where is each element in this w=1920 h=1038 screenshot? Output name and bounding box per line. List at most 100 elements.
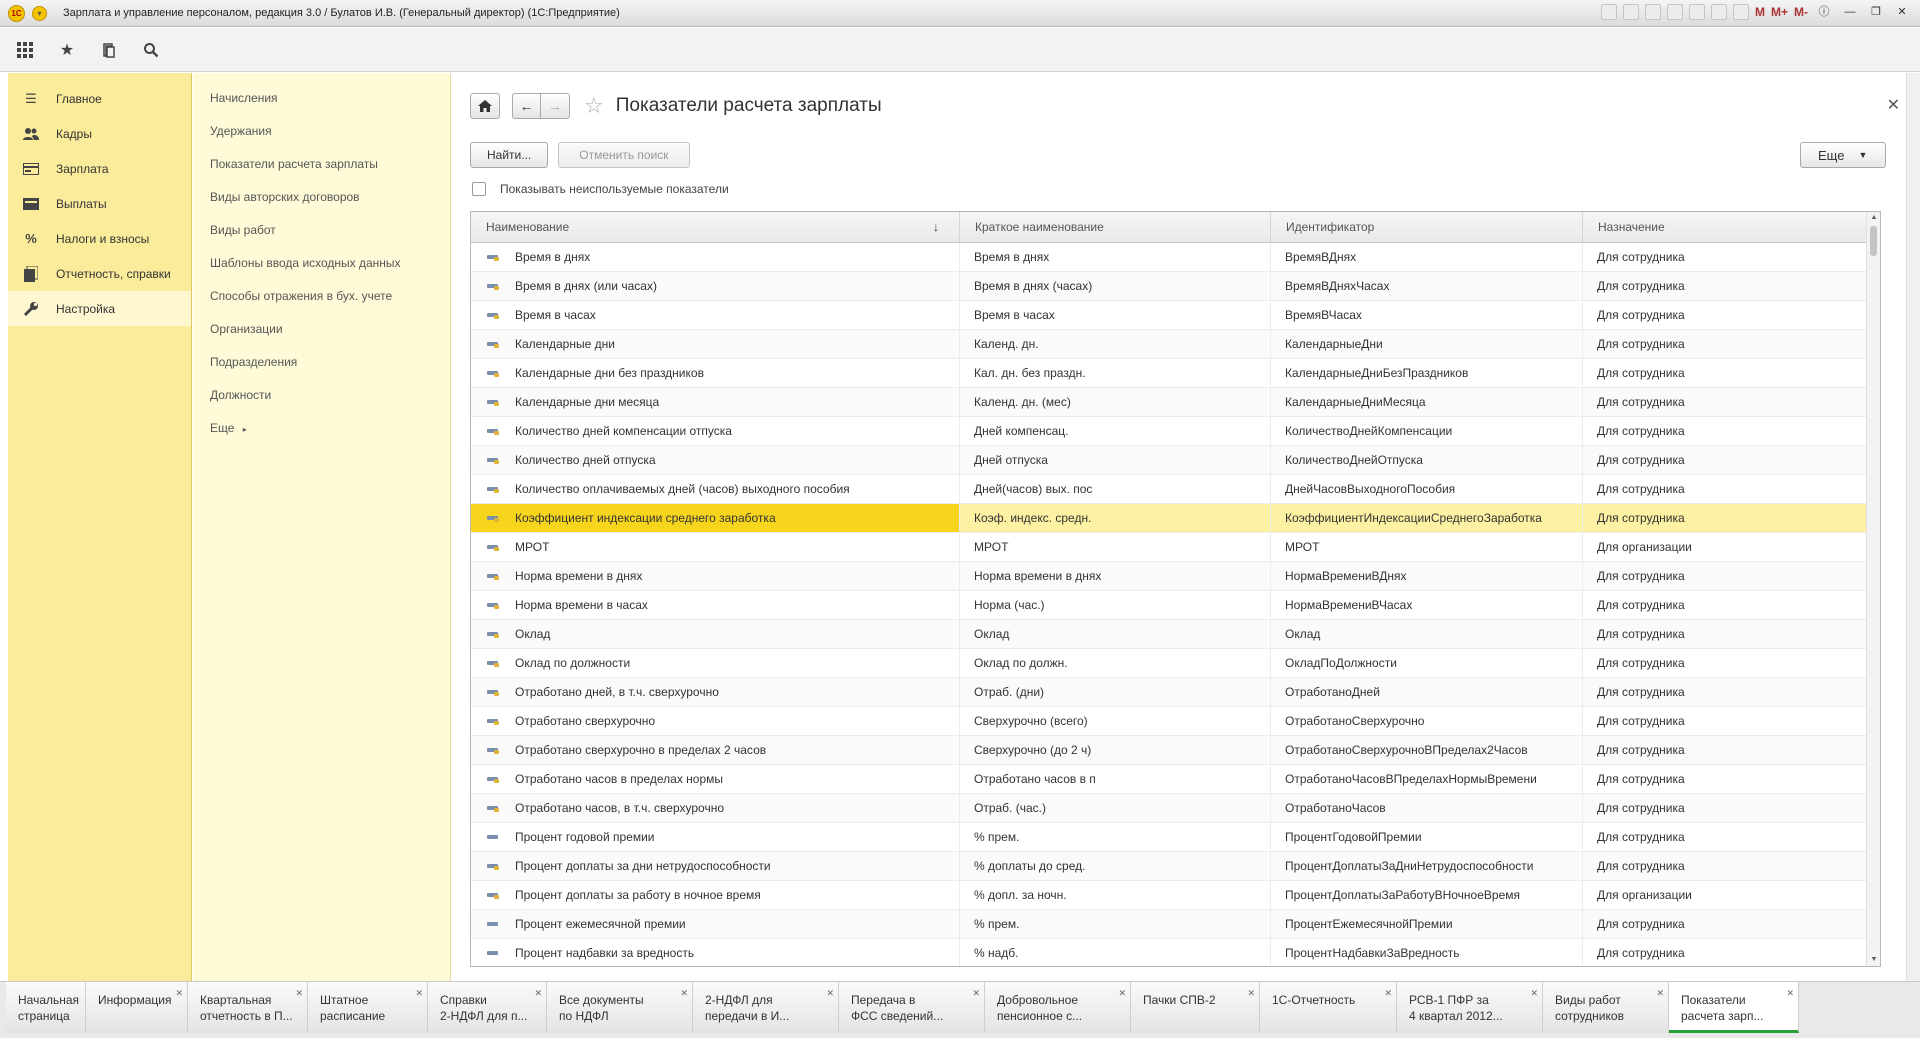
func-salary-indicators-link[interactable]: Показатели расчета зарплаты: [193, 148, 450, 181]
window-tab[interactable]: РСВ-1 ПФР за 4 квартал 2012... ✕: [1397, 982, 1543, 1033]
window-scrollbar[interactable]: [1906, 73, 1920, 981]
table-row[interactable]: Процент доплаты за дни нетрудоспособност…: [471, 852, 1880, 881]
func-author-contracts-link[interactable]: Виды авторских договоров: [193, 181, 450, 214]
section-personnel[interactable]: Кадры: [8, 116, 191, 151]
table-row[interactable]: Количество оплачиваемых дней (часов) вых…: [471, 475, 1880, 504]
window-tab[interactable]: Квартальная отчетность в П... ✕: [188, 982, 308, 1033]
func-input-templates-link[interactable]: Шаблоны ввода исходных данных: [193, 247, 450, 280]
column-header-identifier[interactable]: Идентификатор: [1271, 212, 1583, 243]
column-header-name[interactable]: Наименование ↓: [471, 212, 960, 243]
main-menu-icon[interactable]: ▾: [32, 5, 47, 21]
app-logo-icon[interactable]: 1С: [8, 4, 25, 22]
section-payments[interactable]: Выплаты: [8, 186, 191, 221]
window-tab[interactable]: Передача в ФСС сведений... ✕: [839, 982, 985, 1033]
back-button[interactable]: ←: [512, 93, 541, 119]
close-tab-icon[interactable]: ✕: [534, 985, 542, 1001]
home-button[interactable]: [470, 93, 500, 119]
table-row[interactable]: Процент годовой премии % прем. ПроцентГодо…: [471, 823, 1880, 852]
close-tab-icon[interactable]: ✕: [175, 985, 183, 1001]
close-tab-icon[interactable]: ✕: [1118, 985, 1126, 1001]
table-row[interactable]: Время в часах Время в часах ВремяВЧасах Для…: [471, 301, 1880, 330]
table-row[interactable]: Норма времени в часах Норма (час.) НормаВр…: [471, 591, 1880, 620]
info-icon[interactable]: ⓘ: [1814, 4, 1834, 20]
minimize-button[interactable]: —: [1840, 4, 1860, 20]
apps-grid-icon[interactable]: [15, 40, 35, 60]
scroll-thumb[interactable]: [1870, 226, 1877, 256]
close-form-icon[interactable]: ✕: [1887, 95, 1900, 115]
table-row[interactable]: Норма времени в днях Норма времени в днях…: [471, 562, 1880, 591]
history-list-icon[interactable]: [1688, 4, 1705, 20]
close-tab-icon[interactable]: ✕: [680, 985, 688, 1001]
func-organizations-link[interactable]: Организации: [193, 313, 450, 346]
table-row[interactable]: Количество дней отпуска Дней отпуска Колич…: [471, 446, 1880, 475]
table-row[interactable]: Отработано сверхурочно Сверхурочно (всего…: [471, 707, 1880, 736]
table-row[interactable]: Оклад Оклад Оклад Для сотрудника: [471, 620, 1880, 649]
table-row[interactable]: Календарные дни месяца Календ. дн. (мес) К…: [471, 388, 1880, 417]
table-row[interactable]: Отработано часов, в т.ч. сверхурочно Отра…: [471, 794, 1880, 823]
favorite-star-icon[interactable]: ☆: [584, 93, 604, 119]
window-tab[interactable]: Все документы по НДФЛ ✕: [547, 982, 693, 1033]
table-scrollbar[interactable]: ▲ ▼: [1866, 212, 1880, 966]
func-departments-link[interactable]: Подразделения: [193, 346, 450, 379]
maximize-button[interactable]: ❐: [1866, 4, 1886, 20]
column-header-short[interactable]: Краткое наименование: [960, 212, 1271, 243]
close-tab-icon[interactable]: ✕: [1656, 985, 1664, 1001]
calendar-icon[interactable]: [1732, 4, 1749, 20]
table-row[interactable]: Календарные дни Календ. дн. КалендарныеДни…: [471, 330, 1880, 359]
table-row[interactable]: Оклад по должности Оклад по должн. ОкладПо…: [471, 649, 1880, 678]
section-salary[interactable]: Зарплата: [8, 151, 191, 186]
section-main[interactable]: ☰ Главное: [8, 81, 191, 116]
table-row[interactable]: Отработано дней, в т.ч. сверхурочно Отраб…: [471, 678, 1880, 707]
func-work-types-link[interactable]: Виды работ: [193, 214, 450, 247]
table-row[interactable]: Отработано сверхурочно в пределах 2 часо…: [471, 736, 1880, 765]
table-row[interactable]: Время в днях (или часах) Время в днях (ча…: [471, 272, 1880, 301]
scroll-up-icon[interactable]: ▲: [1867, 212, 1880, 224]
find-button[interactable]: Найти...: [470, 142, 549, 168]
func-positions-link[interactable]: Должности: [193, 379, 450, 412]
table-row[interactable]: Процент надбавки за вредность % надб. Проц…: [471, 939, 1880, 966]
close-tab-icon[interactable]: ✕: [1384, 985, 1392, 1001]
window-tab[interactable]: Информация ✕: [86, 982, 188, 1033]
section-reports[interactable]: Отчетность, справки: [8, 256, 191, 291]
search-icon[interactable]: [141, 40, 161, 60]
window-tab[interactable]: Справки 2-НДФЛ для п... ✕: [428, 982, 547, 1033]
window-tab[interactable]: Показатели расчета зарп... ✕: [1669, 982, 1799, 1033]
window-tab[interactable]: Виды работ сотрудников ✕: [1543, 982, 1669, 1033]
column-header-purpose[interactable]: Назначение: [1583, 212, 1868, 243]
memory-button[interactable]: M: [1755, 5, 1765, 19]
window-tab[interactable]: Пачки СПВ-2 ✕: [1131, 982, 1260, 1033]
table-row[interactable]: МРОТ МРОТ МРОТ Для организации: [471, 533, 1880, 562]
func-more-link[interactable]: Еще ▸: [193, 412, 450, 445]
section-settings[interactable]: Настройка: [8, 291, 191, 326]
scroll-down-icon[interactable]: ▼: [1867, 954, 1880, 966]
func-accounting-methods-link[interactable]: Способы отражения в бух. учете: [193, 280, 450, 313]
forward-button[interactable]: →: [541, 93, 570, 119]
table-row[interactable]: Календарные дни без праздников Кал. дн. б…: [471, 359, 1880, 388]
close-tab-icon[interactable]: ✕: [826, 985, 834, 1001]
window-tab[interactable]: 1С-Отчетность ✕: [1260, 982, 1397, 1033]
star-icon[interactable]: ★: [57, 40, 77, 60]
close-tab-icon[interactable]: ✕: [1247, 985, 1255, 1001]
save-icon[interactable]: [1622, 4, 1639, 20]
close-tab-icon[interactable]: ✕: [415, 985, 423, 1001]
calculator-icon[interactable]: [1710, 4, 1727, 20]
print-icon[interactable]: [1600, 4, 1617, 20]
table-row[interactable]: Процент ежемесячной премии % прем. Процент…: [471, 910, 1880, 939]
table-row[interactable]: Отработано часов в пределах нормы Отработ…: [471, 765, 1880, 794]
close-window-button[interactable]: ✕: [1892, 4, 1912, 20]
table-row[interactable]: Коэффициент индексации среднего заработк…: [471, 504, 1880, 533]
close-tab-icon[interactable]: ✕: [1786, 985, 1794, 1001]
show-unused-checkbox[interactable]: [472, 182, 486, 196]
window-tab[interactable]: Штатное расписание ✕: [308, 982, 428, 1033]
close-tab-icon[interactable]: ✕: [295, 985, 303, 1001]
window-tab[interactable]: Добровольное пенсионное с... ✕: [985, 982, 1131, 1033]
close-tab-icon[interactable]: ✕: [972, 985, 980, 1001]
section-taxes[interactable]: % Налоги и взносы: [8, 221, 191, 256]
func-accruals-link[interactable]: Начисления: [193, 82, 450, 115]
func-deductions-link[interactable]: Удержания: [193, 115, 450, 148]
table-row[interactable]: Время в днях Время в днях ВремяВДнях Для со…: [471, 243, 1880, 272]
table-row[interactable]: Количество дней компенсации отпуска Дней …: [471, 417, 1880, 446]
memory-plus-button[interactable]: M+: [1771, 5, 1788, 19]
window-tab[interactable]: Начальная страница: [6, 982, 86, 1033]
table-row[interactable]: Процент доплаты за работу в ночное время…: [471, 881, 1880, 910]
